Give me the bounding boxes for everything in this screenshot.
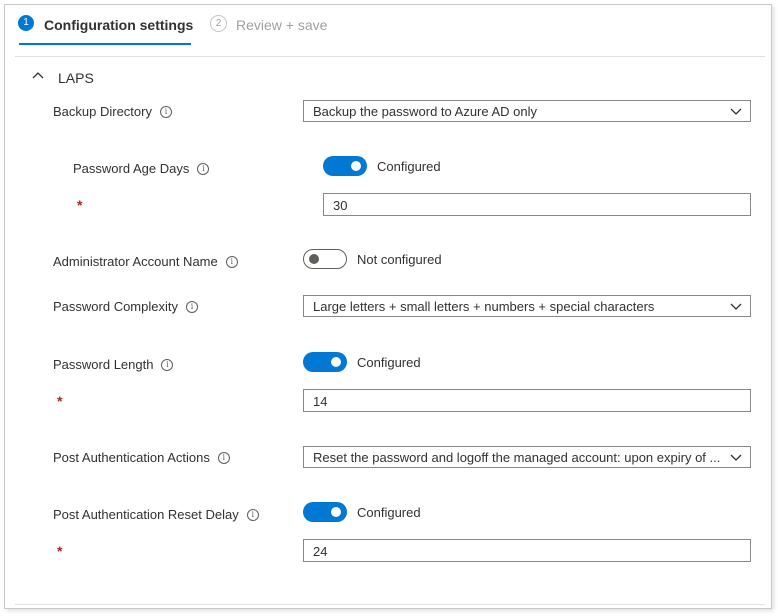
password-age-days-label: Password Age Days i <box>73 161 210 176</box>
post-auth-reset-delay-label-text: Post Authentication Reset Delay <box>53 507 239 522</box>
toggle-knob <box>351 161 361 171</box>
post-auth-reset-delay-toggle[interactable] <box>303 502 347 522</box>
toggle-knob <box>331 507 341 517</box>
tab-configuration-settings[interactable]: Configuration settings <box>44 17 193 33</box>
info-icon[interactable]: i <box>246 508 259 521</box>
backup-directory-label-text: Backup Directory <box>53 104 152 119</box>
password-age-days-input[interactable]: 30 <box>323 193 751 216</box>
post-auth-reset-delay-input[interactable]: 24 <box>303 539 751 562</box>
laps-settings-panel: 1 Configuration settings 2 Review + save… <box>4 4 772 609</box>
tabs-divider <box>15 56 765 57</box>
info-icon[interactable]: i <box>225 255 238 268</box>
admin-account-name-toggle[interactable] <box>303 249 347 269</box>
section-title-laps[interactable]: LAPS <box>58 70 94 86</box>
post-auth-reset-delay-value: 24 <box>313 544 328 559</box>
section-bottom-divider <box>15 604 765 605</box>
chevron-down-icon <box>730 454 742 461</box>
admin-account-name-label: Administrator Account Name i <box>53 254 238 269</box>
backup-directory-value: Backup the password to Azure AD only <box>313 104 538 119</box>
tab-step-1-badge: 1 <box>18 15 34 31</box>
tab-review-save[interactable]: Review + save <box>236 17 327 33</box>
post-auth-reset-delay-toggle-label: Configured <box>357 505 421 520</box>
password-age-days-toggle-label: Configured <box>377 159 441 174</box>
chevron-down-icon <box>730 303 742 310</box>
info-icon[interactable]: i <box>197 162 210 175</box>
post-auth-actions-value: Reset the password and logoff the manage… <box>313 450 721 465</box>
toggle-knob <box>309 254 319 264</box>
admin-account-name-toggle-label: Not configured <box>357 252 442 267</box>
password-length-toggle-label: Configured <box>357 355 421 370</box>
backup-directory-label: Backup Directory i <box>53 104 172 119</box>
password-length-value: 14 <box>313 394 328 409</box>
tab-step-2-badge: 2 <box>210 15 227 32</box>
password-complexity-value: Large letters + small letters + numbers … <box>313 299 655 314</box>
password-age-days-toggle[interactable] <box>323 156 367 176</box>
post-auth-actions-label-text: Post Authentication Actions <box>53 450 210 465</box>
admin-account-name-label-text: Administrator Account Name <box>53 254 218 269</box>
password-length-toggle[interactable] <box>303 352 347 372</box>
password-length-label-text: Password Length <box>53 357 154 372</box>
chevron-up-icon[interactable] <box>31 69 45 81</box>
info-icon[interactable]: i <box>159 105 172 118</box>
password-age-days-value: 30 <box>333 198 348 213</box>
post-auth-reset-delay-label: Post Authentication Reset Delay i <box>53 507 259 522</box>
chevron-down-icon <box>730 108 742 115</box>
password-length-label: Password Length i <box>53 357 174 372</box>
post-auth-actions-dropdown[interactable]: Reset the password and logoff the manage… <box>303 446 751 468</box>
password-length-input[interactable]: 14 <box>303 389 751 412</box>
password-complexity-label: Password Complexity i <box>53 299 198 314</box>
required-marker: * <box>57 393 63 409</box>
password-complexity-label-text: Password Complexity <box>53 299 178 314</box>
toggle-knob <box>331 357 341 367</box>
required-marker: * <box>77 197 83 213</box>
info-icon[interactable]: i <box>186 300 198 313</box>
info-icon[interactable]: i <box>217 451 230 464</box>
backup-directory-dropdown[interactable]: Backup the password to Azure AD only <box>303 100 751 122</box>
post-auth-actions-label: Post Authentication Actions i <box>53 450 230 465</box>
active-tab-indicator <box>19 43 191 45</box>
password-age-days-label-text: Password Age Days <box>73 161 190 176</box>
info-icon[interactable]: i <box>161 358 174 371</box>
required-marker: * <box>57 543 63 559</box>
password-complexity-dropdown[interactable]: Large letters + small letters + numbers … <box>303 295 751 317</box>
